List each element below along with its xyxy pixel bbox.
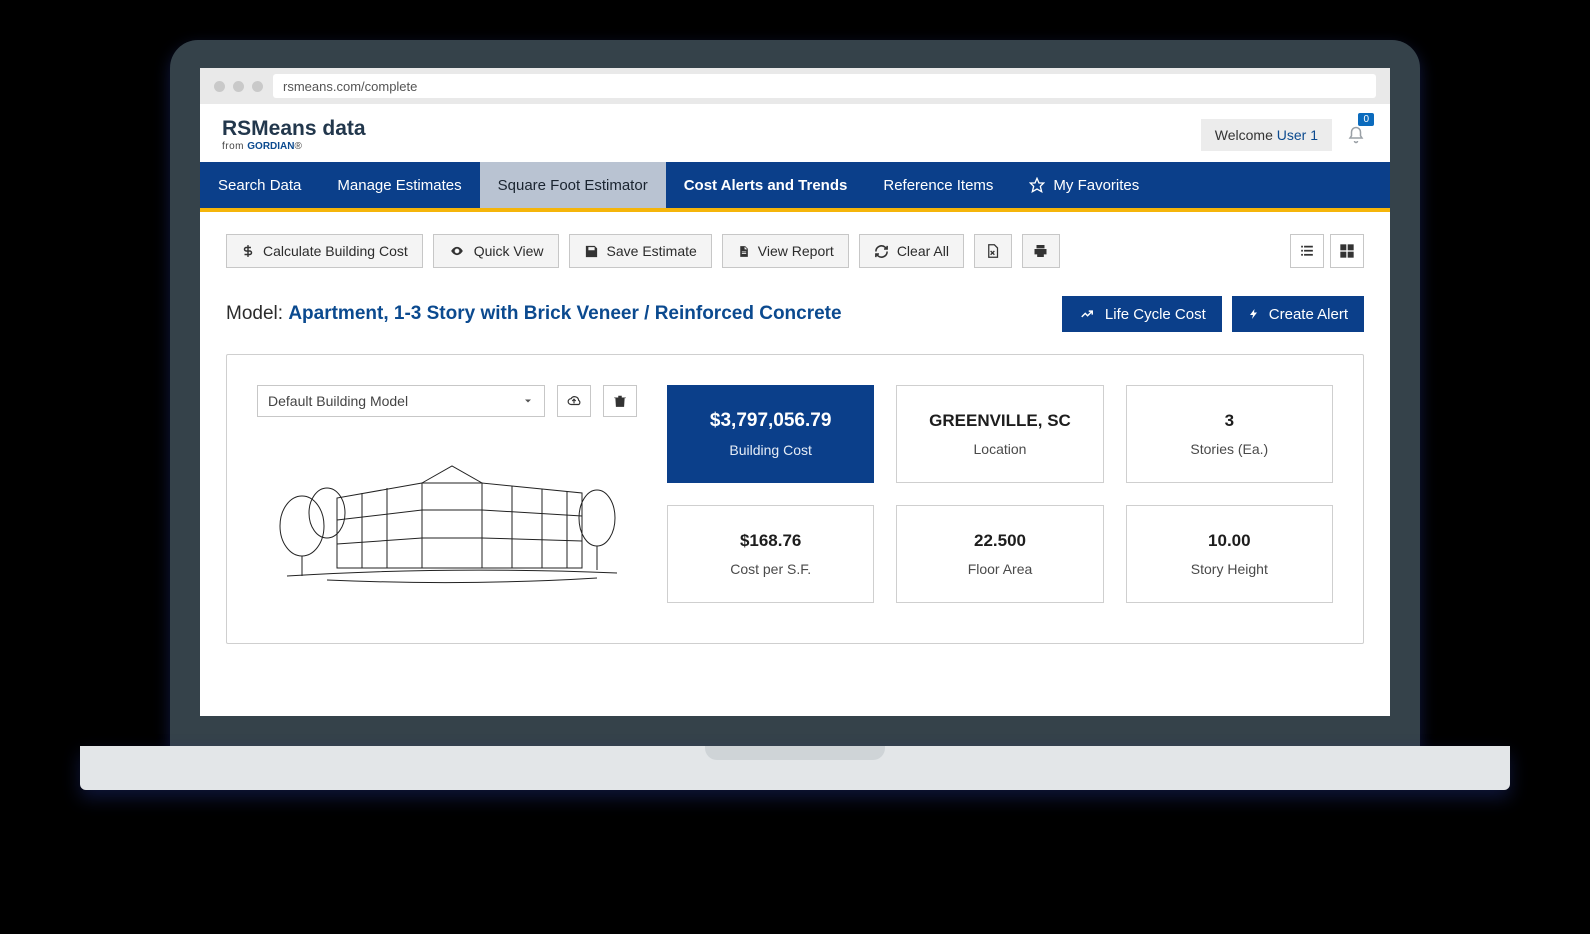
bolt-icon bbox=[1248, 306, 1260, 322]
laptop-notch bbox=[705, 746, 885, 760]
life-cycle-cost-button[interactable]: Life Cycle Cost bbox=[1062, 296, 1222, 332]
toolbar: Calculate Building Cost Quick View Save … bbox=[226, 234, 1364, 268]
stories-value: 3 bbox=[1225, 411, 1234, 431]
chevron-down-icon bbox=[522, 395, 534, 407]
calculate-button[interactable]: Calculate Building Cost bbox=[226, 234, 423, 268]
nav-reference-items[interactable]: Reference Items bbox=[865, 162, 1011, 208]
nav-manage-estimates[interactable]: Manage Estimates bbox=[319, 162, 479, 208]
maximize-dot-icon[interactable] bbox=[252, 81, 263, 92]
export-excel-button[interactable] bbox=[974, 234, 1012, 268]
file-x-icon bbox=[985, 243, 1000, 259]
card-building-cost: $3,797,056.79 Building Cost bbox=[667, 385, 874, 483]
nav-search-data[interactable]: Search Data bbox=[200, 162, 319, 208]
model-name[interactable]: Apartment, 1-3 Story with Brick Veneer /… bbox=[288, 303, 841, 324]
building-model-select[interactable]: Default Building Model bbox=[257, 385, 545, 417]
clear-all-button[interactable]: Clear All bbox=[859, 234, 964, 268]
grid-view-button[interactable] bbox=[1330, 234, 1364, 268]
notification-count: 0 bbox=[1358, 113, 1374, 126]
grid-icon bbox=[1339, 243, 1355, 259]
card-cost-per-sf: $168.76 Cost per S.F. bbox=[667, 505, 874, 603]
building-sketch bbox=[257, 433, 637, 603]
save-estimate-button[interactable]: Save Estimate bbox=[569, 234, 712, 268]
app-header: RSMeans data from GORDIAN® Welcome User … bbox=[200, 104, 1390, 162]
model-title: Model: Apartment, 1-3 Story with Brick V… bbox=[226, 303, 842, 325]
building-cost-value: $3,797,056.79 bbox=[710, 410, 832, 432]
nav-square-foot-estimator[interactable]: Square Foot Estimator bbox=[480, 162, 666, 208]
save-icon bbox=[584, 244, 599, 259]
dollar-icon bbox=[241, 244, 255, 258]
nav-cost-alerts[interactable]: Cost Alerts and Trends bbox=[666, 162, 866, 208]
browser-chrome: rsmeans.com/complete bbox=[200, 68, 1390, 104]
cloud-upload-icon bbox=[565, 394, 583, 408]
logo-sub: from GORDIAN® bbox=[222, 141, 366, 152]
trash-icon bbox=[613, 393, 627, 409]
list-view-button[interactable] bbox=[1290, 234, 1324, 268]
eye-icon bbox=[448, 244, 466, 258]
url-bar[interactable]: rsmeans.com/complete bbox=[273, 74, 1376, 98]
card-location[interactable]: GREENVILLE, SC Location bbox=[896, 385, 1103, 483]
welcome-box: Welcome User 1 bbox=[1201, 119, 1332, 151]
card-floor-area[interactable]: 22.500 Floor Area bbox=[896, 505, 1103, 603]
username[interactable]: User 1 bbox=[1277, 127, 1318, 143]
logo-main: RSMeans data bbox=[222, 118, 366, 139]
card-story-height[interactable]: 10.00 Story Height bbox=[1126, 505, 1333, 603]
cloud-upload-button[interactable] bbox=[557, 385, 591, 417]
browser-window: rsmeans.com/complete RSMeans data from G… bbox=[200, 68, 1390, 716]
model-title-row: Model: Apartment, 1-3 Story with Brick V… bbox=[226, 296, 1364, 332]
main-nav: Search Data Manage Estimates Square Foot… bbox=[200, 162, 1390, 212]
window-controls[interactable] bbox=[214, 81, 263, 92]
document-icon bbox=[737, 244, 750, 259]
logo: RSMeans data from GORDIAN® bbox=[222, 118, 366, 152]
content-area: Calculate Building Cost Quick View Save … bbox=[200, 212, 1390, 666]
floor-area-value: 22.500 bbox=[974, 531, 1026, 551]
card-stories[interactable]: 3 Stories (Ea.) bbox=[1126, 385, 1333, 483]
trend-icon bbox=[1078, 307, 1096, 321]
story-height-value: 10.00 bbox=[1208, 531, 1251, 551]
print-icon bbox=[1032, 243, 1049, 259]
refresh-icon bbox=[874, 244, 889, 259]
nav-my-favorites[interactable]: My Favorites bbox=[1011, 162, 1157, 208]
summary-cards: $3,797,056.79 Building Cost GREENVILLE, … bbox=[667, 385, 1333, 603]
minimize-dot-icon[interactable] bbox=[233, 81, 244, 92]
estimate-panel: Default Building Model bbox=[226, 354, 1364, 644]
notifications-button[interactable]: 0 bbox=[1344, 123, 1368, 147]
print-button[interactable] bbox=[1022, 234, 1060, 268]
star-icon bbox=[1029, 177, 1045, 193]
close-dot-icon[interactable] bbox=[214, 81, 225, 92]
cost-per-sf-value: $168.76 bbox=[740, 531, 801, 551]
list-icon bbox=[1298, 244, 1316, 258]
location-value: GREENVILLE, SC bbox=[929, 411, 1071, 431]
create-alert-button[interactable]: Create Alert bbox=[1232, 296, 1364, 332]
bell-icon bbox=[1347, 126, 1365, 144]
delete-button[interactable] bbox=[603, 385, 637, 417]
url-text: rsmeans.com/complete bbox=[283, 79, 417, 94]
view-report-button[interactable]: View Report bbox=[722, 234, 849, 268]
quick-view-button[interactable]: Quick View bbox=[433, 234, 559, 268]
laptop-base bbox=[80, 746, 1510, 790]
